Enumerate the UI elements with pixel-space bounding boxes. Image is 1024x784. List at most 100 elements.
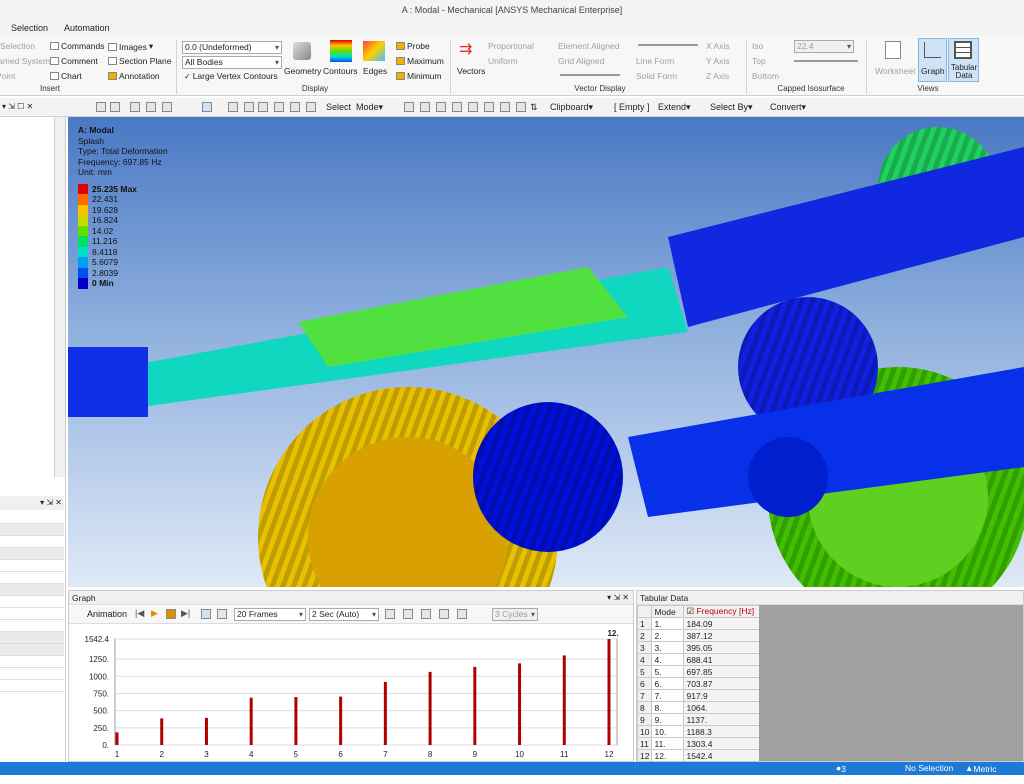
select-edge-icon[interactable] [420,102,430,112]
zoom-fit-icon[interactable] [274,102,284,112]
maximum-button[interactable]: Maximum [396,56,444,66]
select-node-icon[interactable] [468,102,478,112]
table-row[interactable]: 7 7. 917.9 [636,689,761,702]
iso-view-icon[interactable] [130,102,140,112]
maximum-icon [396,57,405,65]
select-all-icon[interactable] [457,609,467,619]
select-mesh-icon[interactable] [516,102,526,112]
result-sets-icon[interactable] [217,609,227,619]
pan-icon[interactable] [228,102,238,112]
mode-dropdown[interactable]: Mode▾ [356,102,383,113]
solid-form-button[interactable]: Solid Form [636,71,677,81]
section-plane-button[interactable]: Section Plane [108,56,171,66]
commands-button[interactable]: Commands [50,41,104,51]
select-by-dropdown[interactable]: Select By▾ [710,102,753,113]
play-icon[interactable]: ▶ [151,608,158,619]
annotation-button[interactable]: Annotation [108,71,160,81]
x-axis-button[interactable]: X Axis [706,41,730,51]
iso-slider[interactable] [794,60,858,62]
proportional-button[interactable]: Proportional [488,41,534,51]
export-video-icon[interactable] [385,609,395,619]
clipboard-dropdown[interactable]: Clipboard▾ [550,102,593,113]
result-name: Splash [78,135,104,146]
element-aligned-button[interactable]: Element Aligned [558,41,619,51]
table-row[interactable]: 2 2. 387.12 [636,629,761,642]
menu-automation[interactable]: Automation [64,23,110,33]
z-axis-button[interactable]: Z Axis [706,71,729,81]
images-button[interactable]: Images ▾ [108,41,153,52]
messages-status[interactable]: ● 3 Messages [836,763,880,784]
top-button[interactable]: Top [752,56,766,66]
bodies-dropdown[interactable]: All Bodies [182,56,282,69]
geometry-button[interactable]: Geometry [284,66,321,76]
probe-button[interactable]: Probe [396,41,430,51]
extend-dropdown[interactable]: Extend▾ [658,102,691,113]
zoom-graph-icon[interactable] [403,609,413,619]
table-row[interactable]: 10 10. 1188.3 [636,725,761,738]
cycles-dropdown[interactable]: 3 Cycles [492,608,538,621]
table-row[interactable]: 11 11. 1303.4 [636,737,761,750]
edges-toggle-icon[interactable] [162,102,172,112]
grid-aligned-button[interactable]: Grid Aligned [558,56,604,66]
fit-graph-icon[interactable] [421,609,431,619]
y-axis-button[interactable]: Y Axis [706,56,729,66]
select-mode-icon[interactable] [439,609,449,619]
select-element-face-icon[interactable] [484,102,494,112]
worksheet-button[interactable]: Worksheet [875,66,915,76]
rotate-icon[interactable] [202,102,212,112]
uniform-button[interactable]: Uniform [488,56,518,66]
result-scale-dropdown[interactable]: 0.0 (Undeformed) [182,41,282,54]
vector-size-slider[interactable] [638,44,698,46]
previous-frame-icon[interactable]: |◀ [135,608,144,619]
select-body-icon[interactable] [452,102,462,112]
table-row[interactable]: 8 8. 1064. [636,701,761,714]
contours-button[interactable]: Contours [323,66,358,76]
previous-view-icon[interactable] [306,102,316,112]
table-row[interactable]: 1 1. 184.09 [636,617,761,630]
sort-icon[interactable]: ⇅ [530,102,538,113]
table-row[interactable]: 12 12. 1542.4 [636,749,761,762]
table-row[interactable]: 9 9. 1137. [636,713,761,726]
duration-dropdown[interactable]: 2 Sec (Auto) [309,608,379,621]
table-row[interactable]: 5 5. 697.85 [636,665,761,678]
units-status[interactable]: ▲ Metric (mm, [965,763,997,784]
selection-button[interactable]: Selection [0,41,35,51]
graph-pane-controls[interactable]: ▾ ⇲ ✕ [607,591,629,605]
zoom-box-icon[interactable] [258,102,268,112]
line-form-button[interactable]: Line Form [636,56,674,66]
iso-button[interactable]: Iso [752,41,763,51]
wireframe-icon[interactable] [146,102,156,112]
comment-button[interactable]: Comment [50,56,98,66]
zoom-to-fit-icon[interactable] [96,102,106,112]
x-tick-label: 5 [294,750,299,759]
vectors-button[interactable]: Vectors [457,66,485,76]
select-element-icon[interactable] [500,102,510,112]
large-vertex-contours-checkbox[interactable]: ✓ Large Vertex Contours [184,71,278,81]
select-vertex-icon[interactable] [404,102,414,112]
bottom-button[interactable]: Bottom [752,71,779,81]
frames-dropdown[interactable]: 20 Frames [234,608,306,621]
select-face-icon[interactable] [436,102,446,112]
frequency-column-header[interactable]: ☑ Frequency [Hz] [683,605,761,618]
convert-dropdown[interactable]: Convert▾ [770,102,806,113]
magnifier-icon[interactable] [290,102,300,112]
vector-density-slider[interactable] [560,74,620,76]
table-row[interactable]: 6 6. 703.87 [636,677,761,690]
menu-selection[interactable]: Selection [11,23,48,33]
tabular-empty-area [759,605,1023,761]
table-row[interactable]: 3 3. 395.05 [636,641,761,654]
zoom-in-icon[interactable] [244,102,254,112]
point-button[interactable]: Point [0,71,15,81]
zoom-icon[interactable] [110,102,120,112]
distributed-icon[interactable] [201,609,211,619]
outline-scrollbar[interactable] [54,117,65,477]
minimum-button[interactable]: Minimum [396,71,441,81]
graphics-viewport[interactable]: A: Modal Splash Type: Total Deformation … [68,117,1024,587]
table-row[interactable]: 4 4. 688.41 [636,653,761,666]
stop-icon[interactable] [166,609,176,619]
iso-value-field[interactable]: 22.4 [794,40,854,53]
edges-button[interactable]: Edges [363,66,387,76]
next-frame-icon[interactable]: ▶| [181,608,190,619]
chart-button[interactable]: Chart [50,71,82,81]
named-system-button[interactable]: Named System [0,56,50,66]
